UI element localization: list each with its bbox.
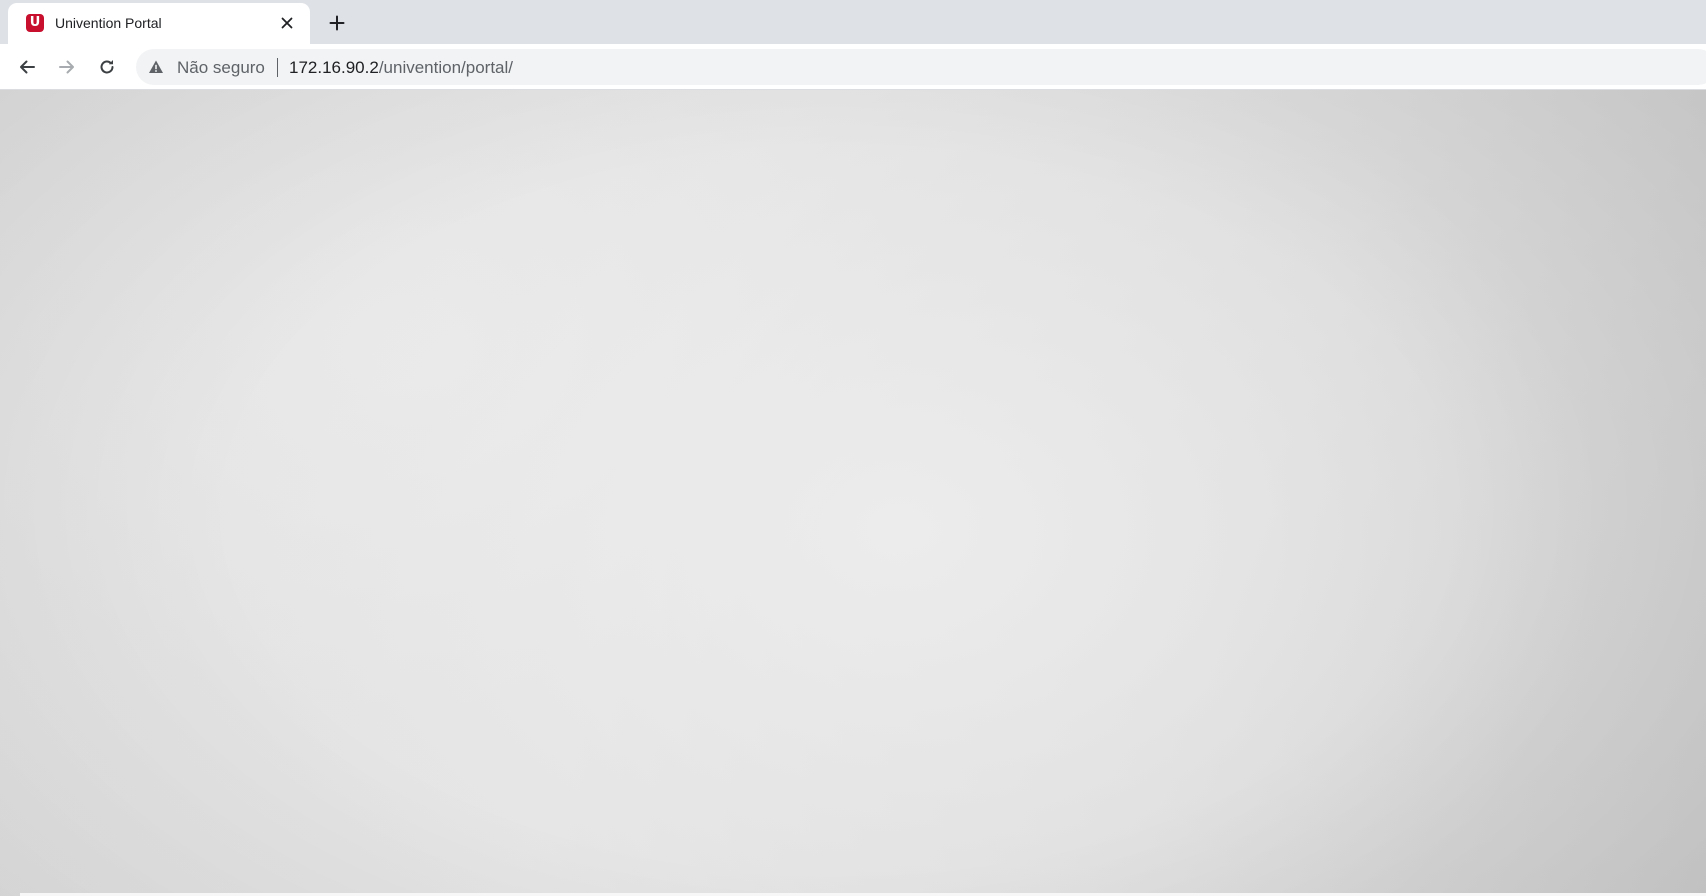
security-status-label[interactable]: Não seguro xyxy=(177,58,265,78)
new-tab-button[interactable] xyxy=(324,10,350,36)
browser-window: U Univention Portal Não seguro 172.16.90… xyxy=(0,0,1706,896)
forward-button[interactable] xyxy=(54,54,80,80)
url-host: 172.16.90.2 xyxy=(289,58,379,77)
univention-logo-icon: U xyxy=(26,14,44,32)
url-path: /univention/portal/ xyxy=(378,58,514,77)
address-bar[interactable]: Não seguro 172.16.90.2/univention/portal… xyxy=(136,49,1706,85)
url-text[interactable]: 172.16.90.2/univention/portal/ xyxy=(289,58,513,78)
arrow-right-icon xyxy=(59,60,74,74)
close-icon xyxy=(281,17,293,29)
browser-toolbar: Não seguro 172.16.90.2/univention/portal… xyxy=(0,44,1706,90)
address-divider xyxy=(277,58,278,77)
back-button[interactable] xyxy=(14,54,40,80)
reload-button[interactable] xyxy=(94,54,120,80)
warning-icon[interactable] xyxy=(148,59,164,75)
tab-title: Univention Portal xyxy=(55,15,162,31)
tab-strip: U Univention Portal xyxy=(0,0,1706,44)
tab-close-button[interactable] xyxy=(278,14,296,32)
tab-univention-portal[interactable]: U Univention Portal xyxy=(8,3,310,44)
favicon-letter: U xyxy=(29,15,41,30)
arrow-left-icon xyxy=(20,60,35,74)
plus-icon xyxy=(329,15,345,31)
page-content xyxy=(0,90,1706,896)
reload-icon xyxy=(100,60,114,74)
page-background-texture xyxy=(0,90,1706,896)
